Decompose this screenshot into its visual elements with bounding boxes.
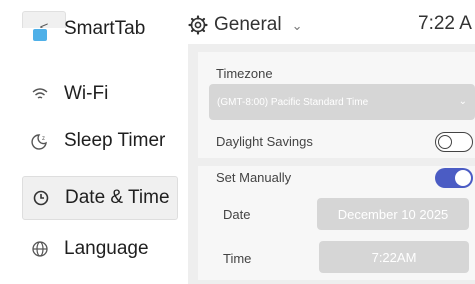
toggle-knob (455, 170, 471, 186)
page-title-text: General (214, 14, 282, 35)
sidebar: SmartTab Wi-Fi z Sleep Timer Date & Time… (0, 20, 186, 284)
time-label: Time (223, 251, 252, 266)
timezone-select[interactable]: (GMT-8:00) Pacific Standard Time ⌄ (209, 84, 475, 120)
sidebar-item-sleep-timer[interactable]: z Sleep Timer (22, 119, 178, 163)
set-manually-toggle[interactable] (435, 168, 473, 188)
sidebar-item-date-time[interactable]: Date & Time (22, 176, 178, 220)
tab-icon (30, 25, 50, 45)
sleep-icon: z (30, 131, 50, 151)
chevron-down-icon: ⌄ (458, 96, 467, 107)
sidebar-item-smarttab[interactable]: SmartTab (22, 20, 178, 50)
sidebar-item-wifi[interactable]: Wi-Fi (22, 72, 178, 116)
sidebar-item-language[interactable]: Language (22, 227, 178, 271)
date-value: December 10 2025 (337, 206, 449, 222)
status-clock: 7:22 A (418, 13, 472, 34)
sidebar-item-label: Date & Time (65, 187, 170, 208)
date-label: Date (223, 207, 251, 222)
chevron-down-icon: ⌄ (291, 18, 303, 33)
time-field[interactable]: 7:22AM (319, 241, 469, 273)
daylight-savings-label: Daylight Savings (216, 134, 313, 149)
toggle-knob (438, 134, 452, 149)
set-manually-label: Set Manually (216, 170, 292, 185)
page-title[interactable]: General ⌄ (188, 13, 303, 37)
sidebar-item-label: Sleep Timer (64, 130, 166, 151)
sidebar-item-label: Wi-Fi (64, 83, 109, 104)
gear-icon (188, 15, 208, 35)
globe-icon (30, 239, 50, 259)
clock-icon (31, 188, 51, 208)
wifi-icon (30, 84, 50, 104)
daylight-savings-toggle[interactable] (435, 132, 473, 152)
timezone-label: Timezone (216, 66, 273, 81)
date-field[interactable]: December 10 2025 (317, 198, 469, 230)
timezone-value: (GMT-8:00) Pacific Standard Time (217, 96, 369, 108)
time-value: 7:22AM (371, 249, 417, 265)
svg-text:z: z (42, 136, 45, 142)
settings-screen: < General ⌄ 7:22 A SmartTab Wi-Fi z Slee… (0, 0, 475, 284)
sidebar-item-label: SmartTab (64, 20, 146, 39)
sidebar-item-label: Language (64, 238, 149, 259)
